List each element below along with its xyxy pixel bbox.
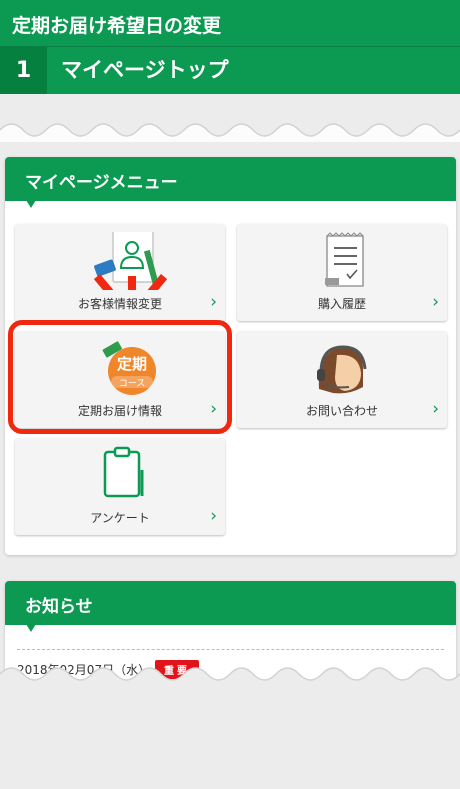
step-number: 1 (0, 47, 47, 94)
tile-label: お問い合わせ (305, 404, 378, 418)
news-divider (17, 649, 444, 650)
clipboard-icon (103, 446, 144, 498)
step-bar: 1 マイページトップ (0, 46, 460, 94)
chevron-right-icon: › (432, 399, 439, 419)
tile-label: 購入履歴 (317, 297, 366, 311)
highlight-frame (8, 320, 232, 434)
receipt-icon (325, 232, 364, 287)
page-title: 定期お届け希望日の変更 (12, 15, 222, 37)
chevron-right-icon: › (210, 506, 217, 526)
page-header: 定期お届け希望日の変更 (0, 0, 460, 46)
step-title: マイページトップ (61, 58, 229, 82)
wave-divider-top (0, 123, 460, 142)
wave-divider-bottom (0, 667, 460, 789)
customer-info-icon (93, 232, 168, 290)
tile-label: アンケート (90, 511, 150, 525)
menu-tile-customer-info[interactable]: お客様情報変更 › (15, 224, 225, 321)
menu-tile-purchase-history[interactable]: 購入履歴 › (237, 224, 447, 321)
menu-heading: マイページメニュー (5, 157, 456, 208)
chevron-right-icon: › (432, 292, 439, 312)
news-heading: お知らせ (5, 581, 456, 632)
chevron-right-icon: › (210, 292, 217, 312)
tile-label: お客様情報変更 (77, 297, 162, 311)
menu-tile-contact[interactable]: お問い合わせ › (237, 331, 447, 428)
menu-tile-survey[interactable]: アンケート › (15, 438, 225, 535)
support-headset-icon (317, 345, 367, 394)
